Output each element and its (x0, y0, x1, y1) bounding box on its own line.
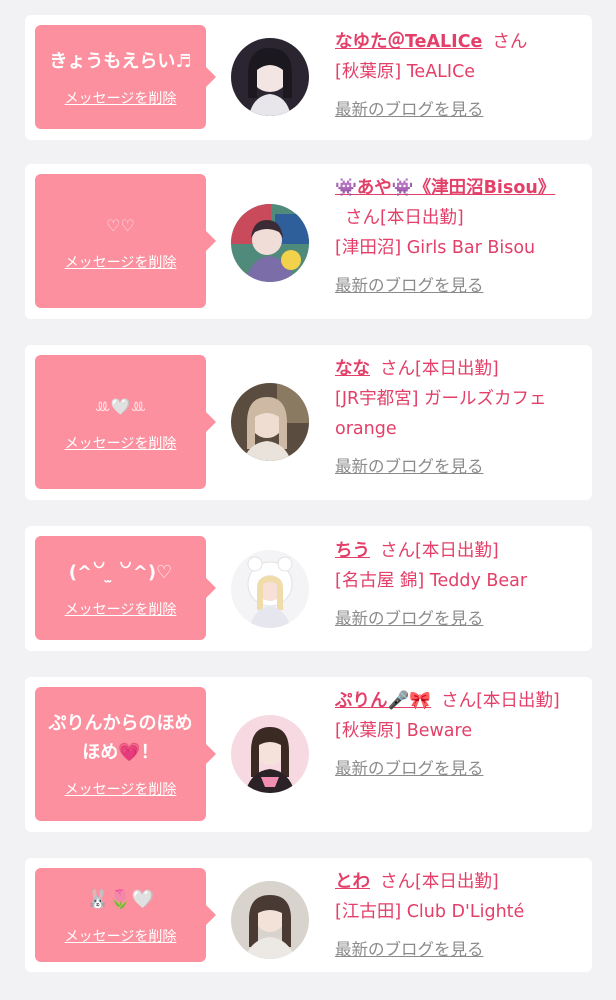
latest-blog-link[interactable]: 最新のブログを見る (335, 604, 581, 634)
cast-info: なな さん[本日出勤] [JR宇都宮] ガールズカフェ orange 最新のブログ… (335, 354, 581, 482)
shop-label: [津田沼] Girls Bar Bisou (335, 238, 536, 258)
honorific: さん (492, 32, 528, 52)
cast-name-link[interactable]: とわ (335, 872, 370, 892)
avatar[interactable] (231, 550, 309, 628)
cast-info: なゆた＠TeALICe さん [秋葉原] TeALICe 最新のブログを見る (335, 27, 581, 125)
cast-name-link[interactable]: ぷりん🎤🎀 (335, 691, 431, 711)
favorite-cast-list: きょうもえらい♬ メッセージを削除 なゆた＠TeALICe さん [秋葉原] Te… (0, 0, 616, 1000)
message-text: 🐰🌷🤍 (86, 888, 155, 910)
honorific: さん (345, 208, 380, 228)
latest-blog-link[interactable]: 最新のブログを見る (335, 754, 581, 784)
cast-name-link[interactable]: なゆた＠TeALICe (335, 32, 482, 52)
message-text: きょうもえらい♬ (49, 50, 192, 72)
shop-label: [江古田] Club D'Lighté (335, 902, 525, 922)
cast-name-link[interactable]: ちう (335, 541, 370, 561)
cast-name-link[interactable]: 👾あや👾《津田沼Bisou》 (335, 178, 555, 198)
delete-message-link[interactable]: メッセージを削除 (65, 88, 177, 108)
delete-message-link[interactable]: メッセージを削除 (65, 599, 177, 619)
cast-card: ꔛ🤍ꔛ メッセージを削除 なな さん[本日出勤] [JR宇都宮] ガールズカフェ … (25, 345, 592, 500)
avatar[interactable] (231, 383, 309, 461)
message-bubble: ぷりんからのほめほめ💗！ メッセージを削除 (35, 687, 216, 821)
honorific: さん (441, 691, 477, 711)
cast-info: とわ さん[本日出勤] [江古田] Club D'Lighté 最新のブログを見る (335, 867, 581, 965)
shop-label: [名古屋 錦] Teddy Bear (335, 571, 528, 591)
message-bubble: 🐰🌷🤍 メッセージを削除 (35, 868, 216, 962)
status-label: [本日出勤] (415, 541, 499, 561)
message-text: (^꒡ ̫ ꒡^)♡ (68, 561, 173, 583)
cast-info: ぷりん🎤🎀 さん[本日出勤] [秋葉原] Beware 最新のブログを見る (335, 686, 581, 784)
cast-card: (^꒡ ̫ ꒡^)♡ メッセージを削除 ちう さん[本日出勤] [名古屋 錦] T… (25, 526, 592, 651)
message-text: ぷりんからのほめほめ💗！ (48, 713, 193, 763)
status-label: [本日出勤] (415, 872, 499, 892)
status-label: [本日出勤] (476, 691, 560, 711)
message-text: ꔛ🤍ꔛ (94, 396, 147, 416)
cast-card: ぷりんからのほめほめ💗！ メッセージを削除 ぷりん🎤🎀 さん[本日出勤] [秋葉原… (25, 677, 592, 832)
message-text: ♡♡ (106, 215, 135, 235)
latest-blog-link[interactable]: 最新のブログを見る (335, 95, 581, 125)
cast-card: 🐰🌷🤍 メッセージを削除 とわ さん[本日出勤] [江古田] Club D'Lig… (25, 858, 592, 972)
avatar[interactable] (231, 38, 309, 116)
honorific: さん (380, 359, 415, 379)
message-bubble: きょうもえらい♬ メッセージを削除 (35, 25, 216, 129)
message-bubble: ♡♡ メッセージを削除 (35, 174, 216, 308)
delete-message-link[interactable]: メッセージを削除 (65, 433, 177, 453)
shop-label: [秋葉原] Beware (335, 721, 473, 741)
latest-blog-link[interactable]: 最新のブログを見る (335, 271, 581, 301)
status-label: [本日出勤] (415, 359, 499, 379)
latest-blog-link[interactable]: 最新のブログを見る (335, 935, 581, 965)
cast-name-link[interactable]: なな (335, 359, 370, 379)
shop-label: [秋葉原] TeALICe (335, 62, 476, 82)
message-bubble: (^꒡ ̫ ꒡^)♡ メッセージを削除 (35, 536, 216, 640)
cast-card: ♡♡ メッセージを削除 👾あや👾《津田沼Bisou》さん[本日出勤] [津田沼]… (25, 164, 592, 319)
cast-card: きょうもえらい♬ メッセージを削除 なゆた＠TeALICe さん [秋葉原] Te… (25, 15, 592, 140)
delete-message-link[interactable]: メッセージを削除 (65, 779, 177, 799)
latest-blog-link[interactable]: 最新のブログを見る (335, 452, 581, 482)
delete-message-link[interactable]: メッセージを削除 (65, 926, 177, 946)
status-label: [本日出勤] (380, 208, 464, 228)
cast-info: ちう さん[本日出勤] [名古屋 錦] Teddy Bear 最新のブログを見る (335, 536, 581, 634)
message-bubble: ꔛ🤍ꔛ メッセージを削除 (35, 355, 216, 489)
avatar[interactable] (231, 715, 309, 793)
avatar[interactable] (231, 881, 309, 959)
honorific: さん (380, 872, 415, 892)
shop-label: [JR宇都宮] ガールズカフェ orange (335, 389, 547, 439)
honorific: さん (380, 541, 415, 561)
delete-message-link[interactable]: メッセージを削除 (65, 252, 177, 272)
cast-info: 👾あや👾《津田沼Bisou》さん[本日出勤] [津田沼] Girls Bar B… (335, 173, 581, 301)
avatar[interactable] (231, 204, 309, 282)
